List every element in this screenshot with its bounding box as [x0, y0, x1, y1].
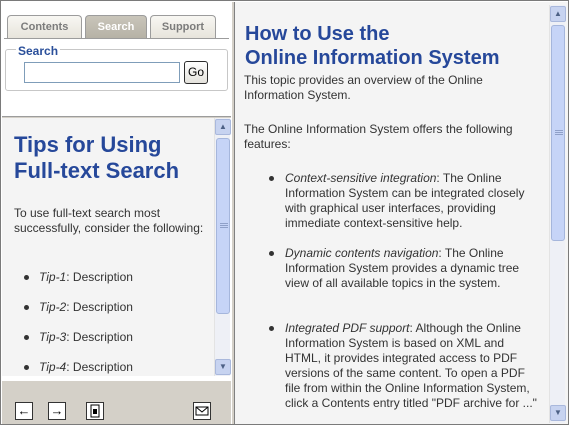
- email-envelope-icon[interactable]: [193, 402, 211, 420]
- nav-toolbar: ← →: [2, 380, 231, 424]
- page-title: How to Use the Online Information System: [245, 23, 500, 69]
- list-item: Tip-2: Description: [24, 300, 133, 314]
- tab-divider: [4, 38, 229, 39]
- scroll-down-icon[interactable]: ▼: [215, 359, 231, 375]
- left-scrollbar[interactable]: ▲ ▼: [214, 118, 231, 376]
- scroll-up-icon[interactable]: ▲: [215, 119, 231, 135]
- bullet-icon: [24, 305, 29, 310]
- bullet-icon: [269, 176, 274, 181]
- tab-support[interactable]: Support: [150, 15, 216, 39]
- bullet-icon: [269, 326, 274, 331]
- list-item: Tip-4: Description: [24, 360, 133, 374]
- scroll-thumb[interactable]: [551, 25, 565, 241]
- tips-title: Tips for Using Full-text Search: [14, 132, 180, 183]
- navigation-pane: Contents Search Support Search Go Tips f…: [2, 2, 231, 424]
- overview-text: This topic provides an overview of the O…: [244, 73, 483, 102]
- forward-arrow-icon[interactable]: →: [48, 402, 66, 420]
- scroll-down-icon[interactable]: ▼: [550, 405, 566, 421]
- list-item: Dynamic contents navigation: The Online …: [269, 246, 543, 291]
- search-legend: Search: [16, 44, 61, 58]
- pdf-document-icon[interactable]: [86, 402, 104, 420]
- list-item: Tip-3: Description: [24, 330, 133, 344]
- tab-search[interactable]: Search: [85, 15, 147, 39]
- bullet-icon: [24, 335, 29, 340]
- scroll-up-icon[interactable]: ▲: [550, 6, 566, 22]
- list-item: Tip-1: Description: [24, 270, 133, 284]
- list-item: Context-sensitive integration: The Onlin…: [269, 171, 543, 231]
- search-tips-panel: Tips for Using Full-text Search To use f…: [2, 118, 214, 376]
- right-scrollbar[interactable]: ▲ ▼: [549, 5, 566, 423]
- go-button[interactable]: Go: [184, 61, 208, 84]
- scroll-thumb[interactable]: [216, 138, 230, 314]
- bullet-icon: [24, 275, 29, 280]
- nav-tabs: Contents Search Support: [2, 2, 231, 42]
- features-intro: The Online Information System offers the…: [244, 122, 513, 151]
- list-item: Integrated PDF support: Although the Onl…: [269, 321, 543, 411]
- back-arrow-icon[interactable]: ←: [15, 402, 33, 420]
- search-input[interactable]: [24, 62, 180, 83]
- help-window: Contents Search Support Search Go Tips f…: [0, 0, 569, 425]
- bullet-icon: [24, 365, 29, 370]
- tips-intro: To use full-text search most successfull…: [14, 206, 204, 235]
- bullet-icon: [269, 251, 274, 256]
- tab-contents[interactable]: Contents: [7, 15, 82, 39]
- topic-pane: How to Use the Online Information System…: [235, 2, 568, 424]
